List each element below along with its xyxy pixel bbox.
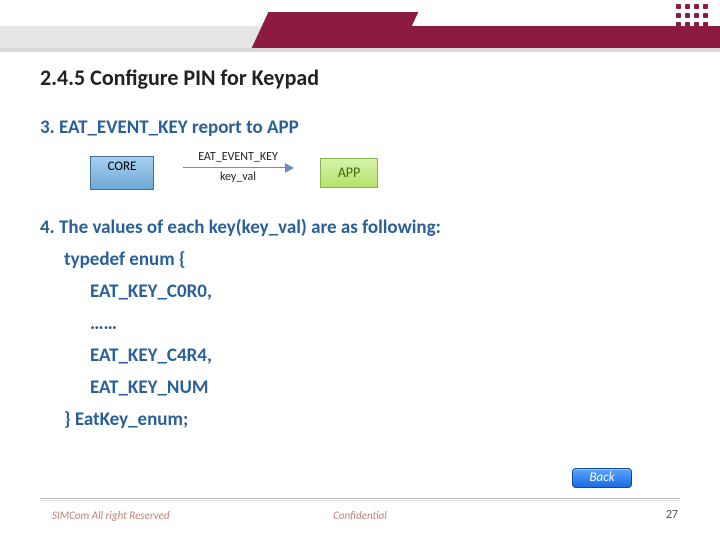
header-ribbon (0, 0, 720, 54)
footer-confidential: Confidential (0, 509, 720, 522)
step-3-title: 3. EAT_EVENT_KEY report to APP (40, 116, 299, 139)
app-box: APP (320, 158, 378, 188)
section-heading: 2.4.5 Configure PIN for Keypad (40, 64, 319, 91)
code-line: EAT_KEY_NUM (64, 372, 212, 404)
back-button[interactable]: Back (572, 468, 632, 488)
code-line: EAT_KEY_C0R0, (64, 276, 212, 308)
code-line: typedef enum { (64, 248, 186, 271)
arrow-icon (183, 167, 293, 168)
enum-code-block: typedef enum { EAT_KEY_C0R0, …… EAT_KEY_… (64, 244, 212, 436)
core-box: CORE (90, 156, 154, 190)
arrow-label-group: EAT_EVENT_KEY key_val (168, 150, 308, 184)
arrow-label-top: EAT_EVENT_KEY (168, 150, 308, 164)
footer-divider (40, 498, 680, 500)
code-line: EAT_KEY_C4R4, (64, 340, 212, 372)
page-number: 27 (666, 508, 678, 522)
step-4-title: 4. The values of each key(key_val) are a… (40, 216, 441, 239)
event-flow-diagram: CORE EAT_EVENT_KEY key_val APP (90, 150, 420, 196)
code-line: …… (64, 308, 212, 340)
code-line: } EatKey_enum; (64, 408, 188, 431)
